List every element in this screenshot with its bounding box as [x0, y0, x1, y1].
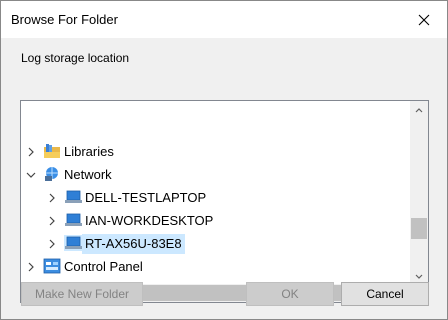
vertical-scroll-thumb[interactable] — [411, 218, 427, 239]
tree-item-label: Libraries — [64, 143, 114, 159]
scroll-up-button[interactable] — [410, 101, 428, 118]
close-button[interactable] — [401, 1, 447, 38]
chevron-down-icon[interactable] — [25, 169, 37, 181]
dialog-content: Log storage location Libraries Network D… — [1, 38, 447, 319]
libraries-icon — [43, 143, 61, 159]
tree-item-rt-ax56u-83e8[interactable]: RT-AX56U-83E8 — [21, 232, 409, 255]
tree-item-label: RT-AX56U-83E8 — [82, 233, 185, 254]
chevron-right-icon[interactable] — [25, 261, 37, 273]
dialog-title: Browse For Folder — [11, 12, 118, 27]
folder-tree[interactable]: Libraries Network DELL-TESTLAPTOP IAN-WO… — [20, 100, 429, 303]
network-icon — [43, 166, 61, 182]
tree-item-control-panel[interactable]: Control Panel — [21, 255, 409, 278]
control-panel-icon — [43, 258, 61, 274]
computer-icon — [64, 235, 82, 251]
tree-item-dell-testlaptop[interactable]: DELL-TESTLAPTOP — [21, 186, 409, 209]
chevron-right-icon[interactable] — [46, 238, 58, 250]
make-new-folder-button[interactable]: Make New Folder — [21, 282, 143, 306]
tree-item-ian-workdesktop[interactable]: IAN-WORKDESKTOP — [21, 209, 409, 232]
tree-item-label: Network — [64, 166, 112, 182]
computer-icon — [64, 212, 82, 228]
close-icon — [418, 14, 430, 25]
tree-item-label: IAN-WORKDESKTOP — [85, 212, 214, 228]
cancel-button[interactable]: Cancel — [341, 282, 429, 306]
chevron-right-icon[interactable] — [46, 215, 58, 227]
chevron-right-icon[interactable] — [25, 146, 37, 158]
browse-for-folder-dialog: Browse For Folder Log storage location L… — [0, 0, 448, 320]
dialog-description: Log storage location — [21, 51, 130, 65]
title-bar: Browse For Folder — [1, 1, 447, 38]
tree-item-label: Control Panel — [64, 258, 143, 274]
tree-item-network[interactable]: Network — [21, 163, 409, 186]
tree-item-libraries[interactable]: Libraries — [21, 140, 409, 163]
computer-icon — [64, 189, 82, 205]
ok-button[interactable]: OK — [246, 282, 334, 306]
tree-item-label: DELL-TESTLAPTOP — [85, 189, 207, 205]
chevron-right-icon[interactable] — [46, 192, 58, 204]
vertical-scrollbar[interactable] — [410, 101, 428, 285]
